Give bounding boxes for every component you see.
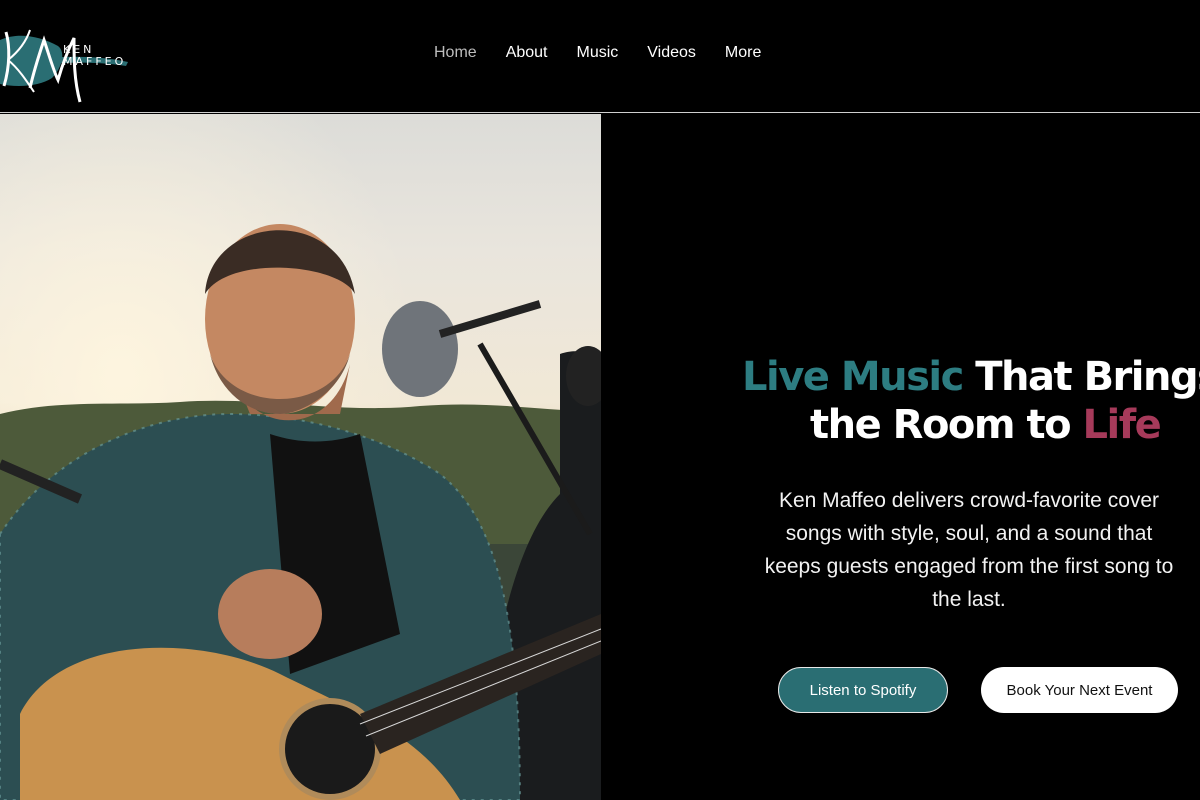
- headline-text-that-brings: That Brings: [962, 354, 1200, 400]
- listen-to-spotify-button[interactable]: Listen to Spotify: [778, 667, 948, 713]
- nav-item-videos[interactable]: Videos: [647, 44, 696, 62]
- headline-line-2: the Room to Life: [810, 402, 1162, 448]
- headline-accent-live-music: Live Music: [742, 354, 964, 400]
- nav-item-home[interactable]: Home: [434, 44, 477, 62]
- headline-accent-life: Life: [1082, 402, 1162, 448]
- brand-logo[interactable]: KEN MAFFEO: [0, 22, 160, 106]
- performer-image: [0, 114, 601, 800]
- site-header: KEN MAFFEO Home About Music Videos More: [0, 0, 1200, 113]
- main-nav: Home About Music Videos More: [434, 44, 790, 62]
- nav-item-about[interactable]: About: [506, 44, 548, 62]
- brand-name-last: MAFFEO: [63, 55, 127, 68]
- brand-wordmark: KEN MAFFEO: [63, 44, 126, 68]
- hero-performer-photo: [0, 114, 601, 800]
- hero-description: Ken Maffeo delivers crowd-favorite cover…: [764, 489, 1174, 611]
- headline-line-1: Live Music That Brings: [742, 354, 1200, 400]
- book-event-button[interactable]: Book Your Next Event: [981, 667, 1178, 713]
- headline-text-the-room-to: the Room to: [810, 402, 1083, 448]
- hero-content: Live Music That Brings the Room to Life …: [601, 114, 1200, 800]
- nav-item-music[interactable]: Music: [577, 44, 619, 62]
- nav-item-more[interactable]: More: [725, 44, 761, 62]
